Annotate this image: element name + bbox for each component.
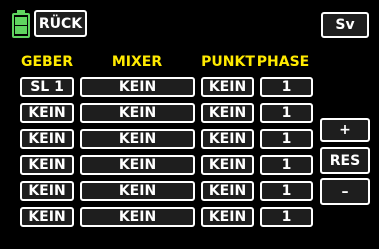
- decrement-button[interactable]: –: [320, 178, 370, 205]
- cell-punkt[interactable]: KEIN: [201, 77, 254, 97]
- reset-button[interactable]: RES: [320, 147, 370, 174]
- cell-mixer[interactable]: KEIN: [80, 207, 195, 227]
- cell-punkt[interactable]: KEIN: [201, 181, 254, 201]
- cell-phase[interactable]: 1: [260, 129, 313, 149]
- battery-icon: [12, 10, 30, 38]
- cell-mixer[interactable]: KEIN: [80, 103, 195, 123]
- cell-geber[interactable]: KEIN: [20, 103, 74, 123]
- cell-phase[interactable]: 1: [260, 207, 313, 227]
- cell-geber[interactable]: KEIN: [20, 129, 74, 149]
- save-button[interactable]: Sv: [321, 12, 369, 38]
- cell-geber[interactable]: SL 1: [20, 77, 74, 97]
- cell-mixer[interactable]: KEIN: [80, 129, 195, 149]
- header-geber: GEBER: [20, 54, 74, 70]
- cell-phase[interactable]: 1: [260, 155, 313, 175]
- cell-punkt[interactable]: KEIN: [201, 155, 254, 175]
- cell-mixer[interactable]: KEIN: [80, 77, 195, 97]
- cell-geber[interactable]: KEIN: [20, 155, 74, 175]
- cell-punkt[interactable]: KEIN: [201, 103, 254, 123]
- header-punkt: PUNKT: [201, 54, 255, 70]
- increment-button[interactable]: +: [320, 118, 370, 142]
- cell-punkt[interactable]: KEIN: [201, 207, 254, 227]
- cell-phase[interactable]: 1: [260, 181, 313, 201]
- header-phase: PHASE: [256, 54, 310, 70]
- cell-geber[interactable]: KEIN: [20, 181, 74, 201]
- cell-phase[interactable]: 1: [260, 77, 313, 97]
- cell-phase[interactable]: 1: [260, 103, 313, 123]
- cell-geber[interactable]: KEIN: [20, 207, 74, 227]
- cell-mixer[interactable]: KEIN: [80, 155, 195, 175]
- cell-punkt[interactable]: KEIN: [201, 129, 254, 149]
- cell-mixer[interactable]: KEIN: [80, 181, 195, 201]
- back-button[interactable]: RÜCK: [34, 10, 87, 37]
- header-mixer: MIXER: [111, 54, 163, 70]
